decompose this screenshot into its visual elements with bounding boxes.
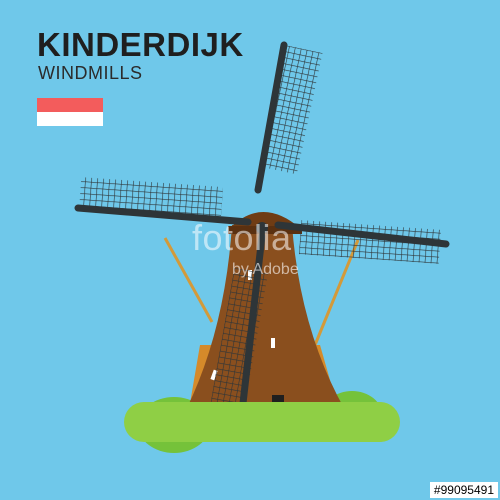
sail-left	[74, 177, 252, 226]
sail-top	[254, 41, 323, 194]
watermark-logo: fotolia	[192, 217, 292, 258]
netherlands-flag	[37, 98, 103, 140]
grass-ground	[124, 402, 400, 442]
flag-stripe-middle	[37, 112, 103, 126]
page-subtitle: WINDMILLS	[38, 63, 143, 83]
sail-right	[274, 220, 450, 264]
mill-window	[271, 338, 275, 348]
flag-stripe-top	[37, 98, 103, 112]
watermark-byline: by Adobe	[232, 261, 299, 278]
page-title: KINDERDIJK	[37, 26, 244, 63]
stock-id-label: #99095491	[429, 482, 498, 498]
flag-stripe-bottom	[37, 126, 103, 140]
